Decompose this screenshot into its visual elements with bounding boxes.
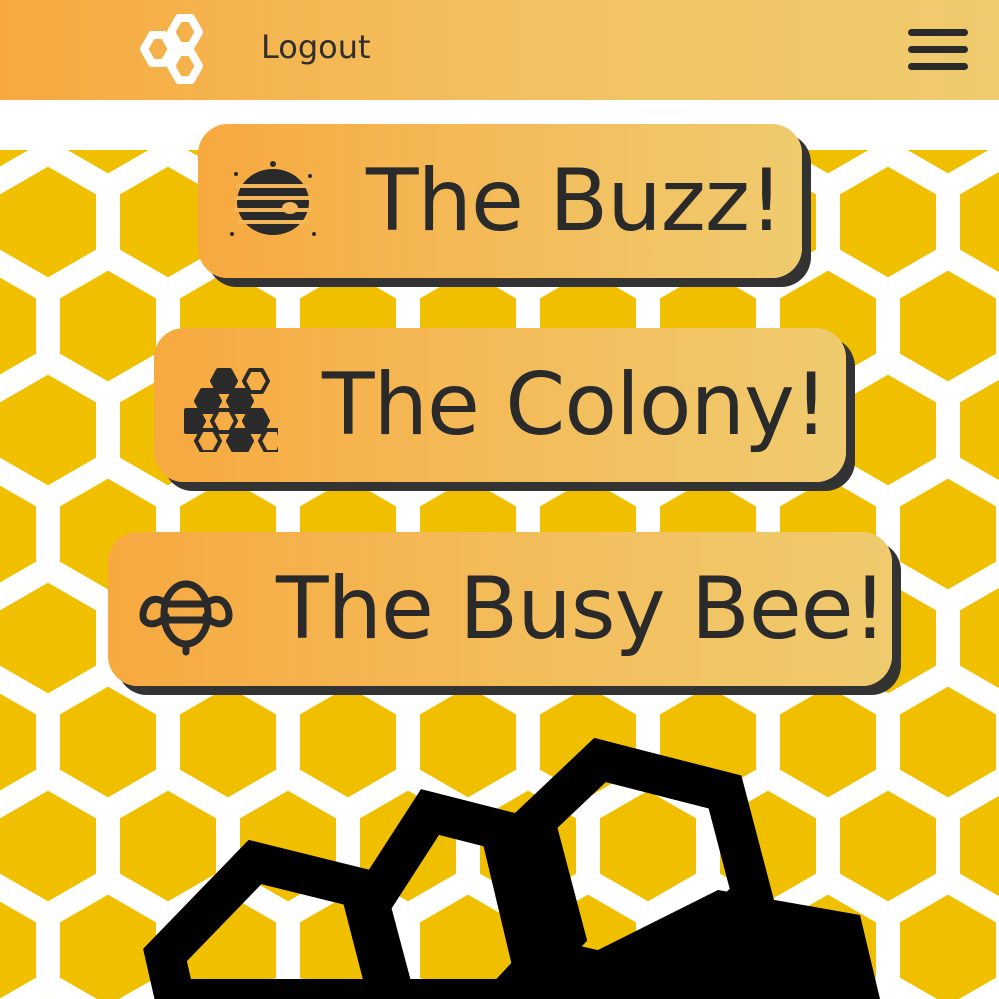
logout-link[interactable]: Logout [261, 26, 371, 68]
menu-bar-bottom [908, 63, 968, 70]
honeycomb-icon [184, 368, 278, 452]
nav-button-the-buzz[interactable]: The Buzz! [198, 124, 802, 278]
nav-button-the-busy-bee[interactable]: The Busy Bee! [108, 532, 892, 686]
menu-bar-top [908, 29, 968, 36]
menu-bar-middle [908, 46, 968, 53]
nav-label: The Buzz! [366, 151, 784, 251]
nav-label: The Colony! [322, 355, 828, 455]
nav-button-the-colony[interactable]: The Colony! [154, 328, 846, 482]
bee-icon [139, 580, 233, 656]
hamburger-menu-icon[interactable] [906, 28, 970, 74]
beehive-icon [230, 161, 316, 236]
top-nav-bar: Logout [0, 0, 999, 100]
hexagon-cluster-icon[interactable] [138, 12, 216, 88]
nav-label: The Busy Bee! [276, 559, 887, 659]
